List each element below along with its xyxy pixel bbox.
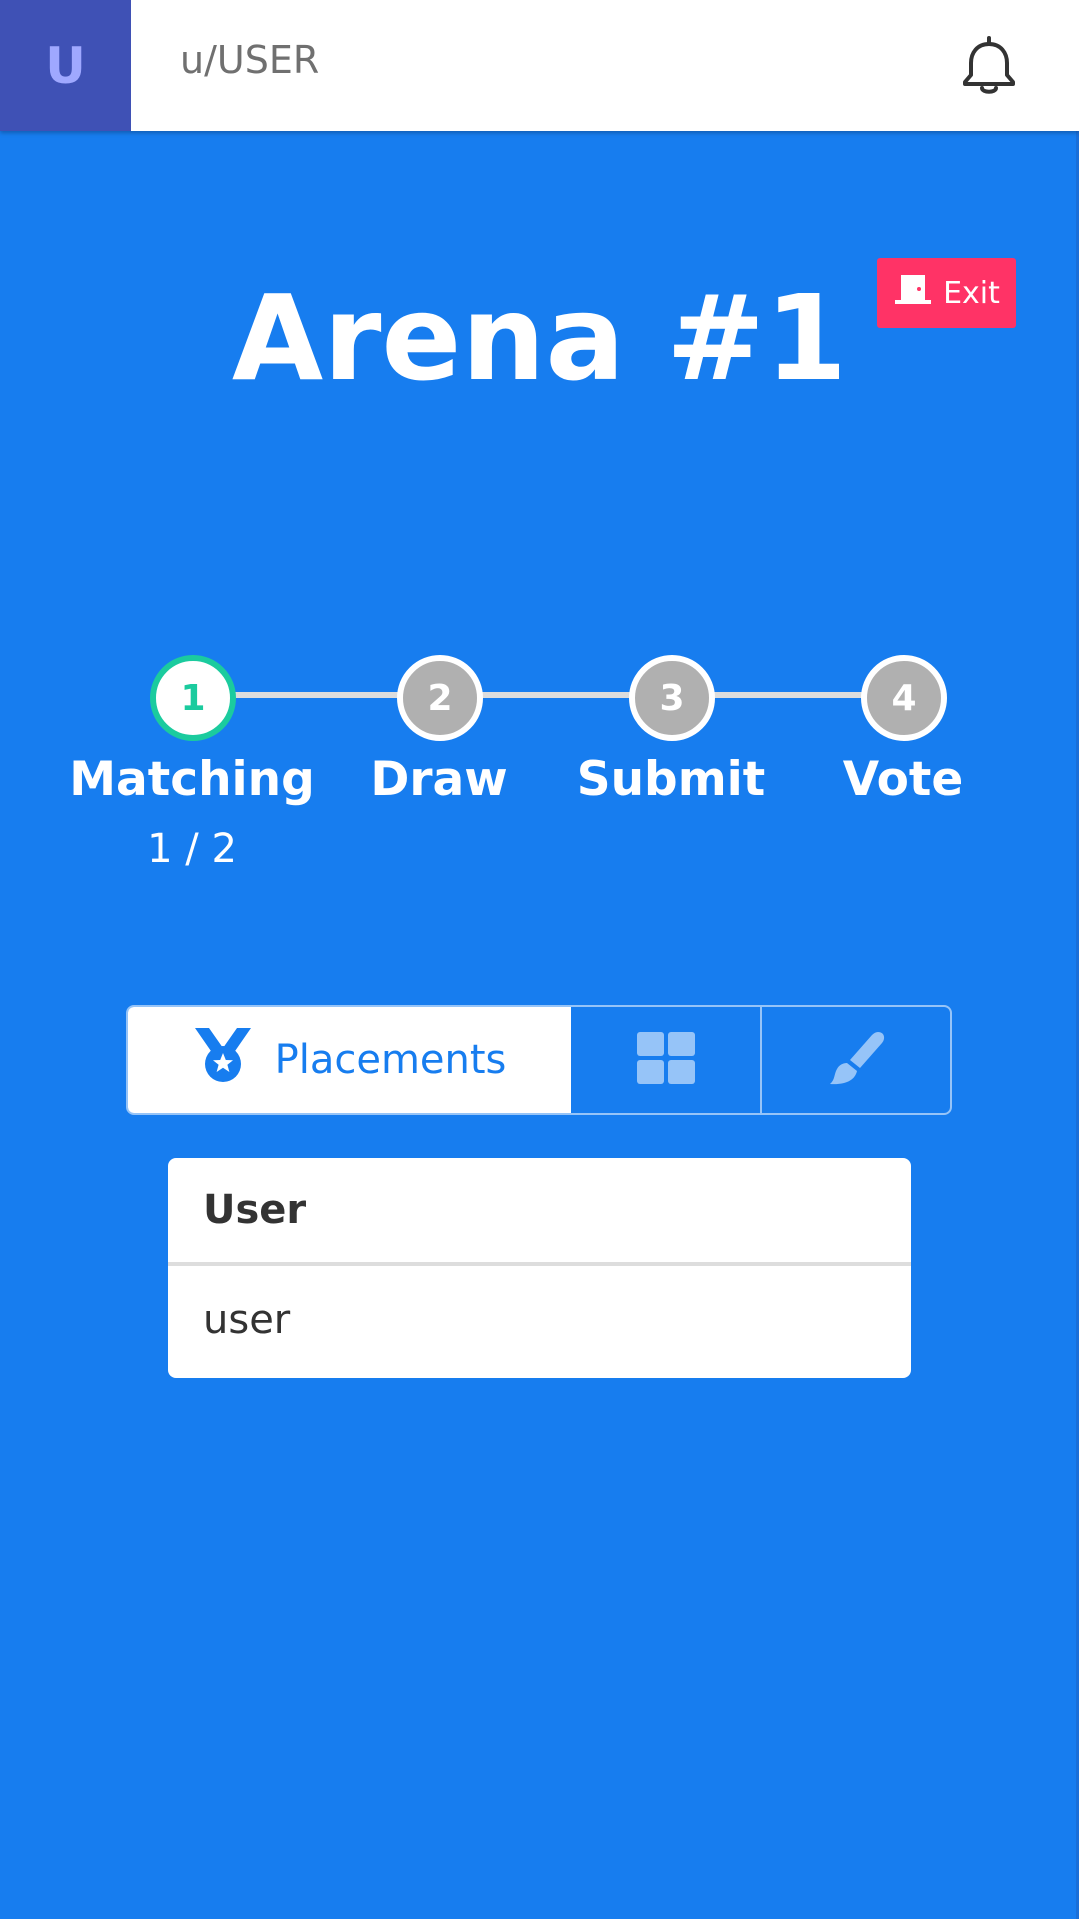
step-1-progress: 1 / 2 bbox=[147, 826, 237, 872]
view-tabs: Placements bbox=[126, 1005, 952, 1115]
top-bar: U u/USER bbox=[0, 0, 1079, 131]
placements-table: User user bbox=[168, 1158, 911, 1378]
avatar[interactable]: U bbox=[0, 0, 131, 131]
tab-placements-label: Placements bbox=[274, 1037, 507, 1083]
step-4-label: Vote bbox=[842, 752, 964, 807]
bell-icon[interactable] bbox=[962, 36, 1016, 96]
step-4-circle: 4 bbox=[861, 655, 947, 741]
arena-title: Arena #1 bbox=[231, 269, 848, 407]
username-label: u/USER bbox=[180, 38, 320, 82]
tab-draw[interactable] bbox=[762, 1007, 950, 1113]
step-2-circle: 2 bbox=[397, 655, 483, 741]
step-3-circle: 3 bbox=[629, 655, 715, 741]
step-connector bbox=[478, 692, 638, 698]
step-1-circle: 1 bbox=[150, 655, 236, 741]
paintbrush-icon bbox=[826, 1030, 886, 1090]
tab-placements[interactable]: Placements bbox=[128, 1007, 571, 1113]
grid-icon bbox=[636, 1032, 695, 1088]
avatar-letter: U bbox=[45, 36, 86, 95]
table-header-user: User bbox=[168, 1158, 911, 1266]
tab-gallery[interactable] bbox=[571, 1007, 762, 1113]
step-connector bbox=[710, 692, 870, 698]
table-row: user bbox=[203, 1297, 291, 1343]
medal-icon bbox=[193, 1026, 253, 1094]
